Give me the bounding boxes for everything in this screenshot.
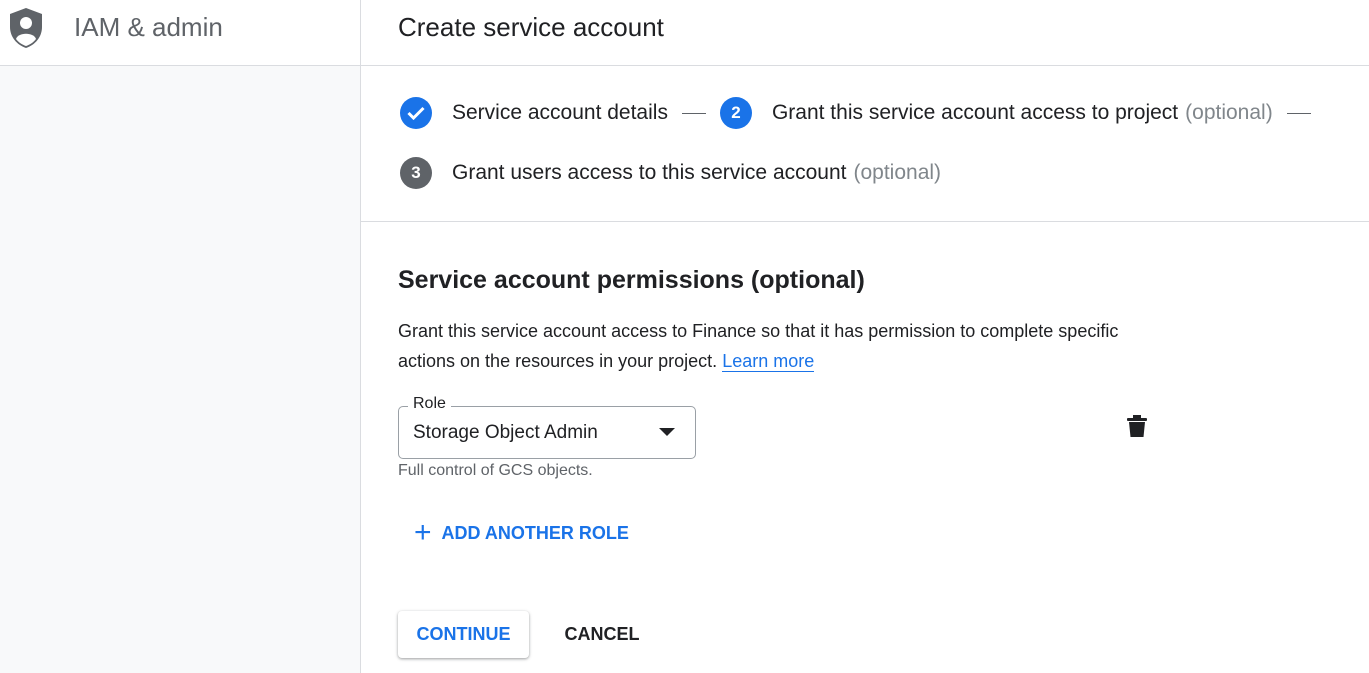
continue-button[interactable]: CONTINUE — [398, 611, 529, 658]
dropdown-arrow-icon — [659, 428, 675, 436]
trash-icon[interactable] — [1126, 414, 1148, 438]
learn-more-link[interactable]: Learn more — [722, 351, 815, 372]
role-select[interactable]: Role Storage Object Admin — [398, 395, 696, 459]
step-number: 3 — [400, 157, 432, 189]
stepper: Service account details 2 Grant this ser… — [361, 66, 1369, 222]
cancel-button[interactable]: CANCEL — [550, 611, 654, 658]
step-label: Grant this service account access to pro… — [771, 101, 1179, 124]
sidebar-header: IAM & admin — [0, 0, 360, 66]
step-number: 2 — [719, 97, 752, 129]
check-icon — [400, 97, 432, 129]
page-header: Create service account — [361, 0, 1369, 66]
role-value: Storage Object Admin — [413, 422, 598, 443]
step-service-account-details[interactable]: Service account details 2 Grant this ser… — [400, 97, 1325, 129]
plus-icon: + — [414, 516, 432, 549]
step-label: Grant users access to this service accou… — [452, 161, 847, 184]
step-optional: (optional) — [1185, 101, 1273, 124]
sidebar — [0, 0, 361, 673]
step-label: Service account details — [452, 101, 668, 124]
add-role-label: ADD ANOTHER ROLE — [441, 522, 629, 543]
step-optional: (optional) — [853, 161, 942, 184]
section-title: Service account permissions (optional) — [398, 266, 865, 294]
role-hint: Full control of GCS objects. — [398, 462, 593, 479]
page-title: Create service account — [398, 12, 664, 42]
section-description: Grant this service account access to Fin… — [398, 316, 1158, 376]
step-grant-users-access[interactable]: 3 Grant users access to this service acc… — [400, 157, 941, 189]
role-label: Role — [408, 395, 451, 413]
step-connector — [1286, 112, 1311, 114]
add-another-role-button[interactable]: + ADD ANOTHER ROLE — [414, 518, 629, 548]
product-title[interactable]: IAM & admin — [74, 12, 223, 43]
shield-person-icon — [10, 8, 42, 48]
step-connector — [681, 112, 706, 114]
